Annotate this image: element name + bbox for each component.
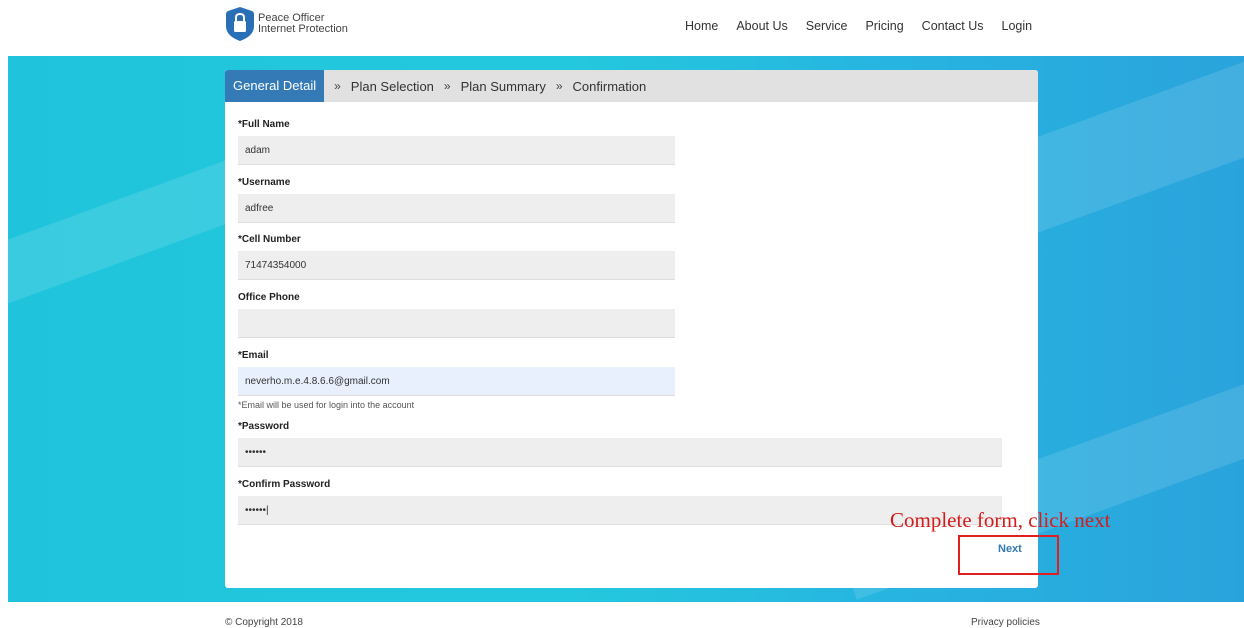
footer: © Copyright 2018 Privacy policies bbox=[0, 602, 1244, 628]
email-hint: *Email will be used for login into the a… bbox=[238, 400, 415, 410]
step-separator: » bbox=[334, 79, 341, 93]
office-phone-group: Office Phone bbox=[238, 292, 675, 338]
confirm-password-group: *Confirm Password bbox=[238, 479, 1002, 525]
page: Peace Officer Internet Protection Home A… bbox=[0, 0, 1244, 628]
confirm-password-label: *Confirm Password bbox=[238, 479, 331, 490]
nav-contact-us[interactable]: Contact Us bbox=[922, 19, 984, 33]
header: Peace Officer Internet Protection Home A… bbox=[0, 0, 1244, 56]
copyright-text: © Copyright 2018 bbox=[225, 617, 303, 628]
password-input[interactable] bbox=[238, 438, 1002, 467]
nav-login[interactable]: Login bbox=[1002, 19, 1033, 33]
email-input[interactable] bbox=[238, 367, 675, 396]
step-plan-selection[interactable]: Plan Selection bbox=[351, 79, 434, 94]
full-name-input[interactable] bbox=[238, 136, 675, 165]
password-group: *Password bbox=[238, 421, 1002, 467]
annotation-text: Complete form, click next bbox=[890, 508, 1111, 532]
main-nav: Home About Us Service Pricing Contact Us… bbox=[685, 19, 1050, 33]
nav-home[interactable]: Home bbox=[685, 19, 718, 33]
full-name-label: *Full Name bbox=[238, 119, 290, 130]
step-plan-summary[interactable]: Plan Summary bbox=[461, 79, 546, 94]
office-phone-label: Office Phone bbox=[238, 292, 300, 303]
shield-lock-icon bbox=[226, 7, 254, 41]
logo-line-2: Internet Protection bbox=[258, 23, 348, 35]
email-group: *Email *Email will be used for login int… bbox=[238, 350, 675, 410]
step-general-detail[interactable]: General Detail bbox=[225, 70, 325, 102]
cell-number-label: *Cell Number bbox=[238, 234, 301, 245]
step-confirmation[interactable]: Confirmation bbox=[573, 79, 647, 94]
nav-pricing[interactable]: Pricing bbox=[865, 19, 903, 33]
username-label: *Username bbox=[238, 177, 291, 188]
step-separator: » bbox=[443, 79, 451, 93]
username-input[interactable] bbox=[238, 194, 675, 223]
username-group: *Username bbox=[238, 177, 675, 223]
logo-text: Peace Officer Internet Protection bbox=[258, 13, 348, 35]
privacy-policies-link[interactable]: Privacy policies bbox=[971, 617, 1040, 628]
cell-number-input[interactable] bbox=[238, 251, 675, 280]
nav-service[interactable]: Service bbox=[806, 19, 848, 33]
full-name-group: *Full Name bbox=[238, 119, 675, 165]
confirm-password-input[interactable] bbox=[238, 496, 1002, 525]
logo[interactable]: Peace Officer Internet Protection bbox=[225, 6, 348, 42]
password-label: *Password bbox=[238, 421, 290, 432]
cell-number-group: *Cell Number bbox=[238, 234, 675, 280]
annotation-highlight-box bbox=[958, 535, 1059, 575]
nav-about-us[interactable]: About Us bbox=[736, 19, 787, 33]
step-separator: » bbox=[555, 79, 563, 93]
email-label: *Email bbox=[238, 350, 269, 361]
step-progress: General Detail » Plan Selection » Plan S… bbox=[225, 70, 1038, 102]
office-phone-input[interactable] bbox=[238, 309, 675, 338]
